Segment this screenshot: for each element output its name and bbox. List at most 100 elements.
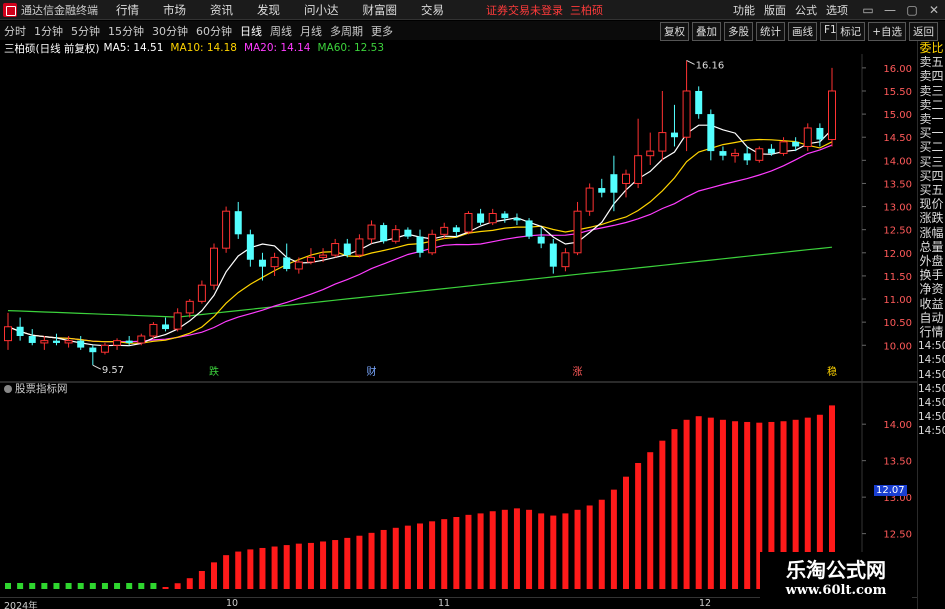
side-panel-item[interactable]: 14:50: [918, 424, 945, 438]
candle-body: [452, 227, 460, 232]
period-monthly[interactable]: 月线: [296, 23, 326, 39]
menu-item-quotes[interactable]: 行情: [116, 2, 139, 18]
menu-item-formula[interactable]: 公式: [795, 2, 817, 18]
candle-body: [210, 247, 218, 286]
side-panel-item[interactable]: 换手: [918, 268, 945, 282]
period-30min[interactable]: 30分钟: [148, 23, 192, 39]
stats-button[interactable]: 统计: [756, 22, 785, 41]
side-panel-item[interactable]: 卖四: [918, 69, 945, 83]
side-panel-item[interactable]: 行情: [918, 325, 945, 339]
period-1min[interactable]: 1分钟: [30, 23, 67, 39]
candle-body: [477, 213, 485, 223]
side-panel-item[interactable]: 买一: [918, 126, 945, 140]
indicator-bar: [101, 583, 108, 589]
side-panel-item[interactable]: 涨幅: [918, 226, 945, 240]
draw-button[interactable]: 画线: [788, 22, 817, 41]
overlay-button[interactable]: 叠加: [692, 22, 721, 41]
candle-body: [283, 257, 291, 269]
ma10-label: MA10: 14.18: [170, 42, 237, 54]
side-panel-item[interactable]: 14:50: [918, 353, 945, 367]
side-panel-item[interactable]: 外盘: [918, 254, 945, 268]
side-panel-item[interactable]: 买四: [918, 169, 945, 183]
candle-body: [246, 234, 254, 260]
side-panel-item[interactable]: 14:50: [918, 339, 945, 353]
indicator-bar: [659, 440, 666, 589]
indicator-name: 股票指标网: [15, 383, 68, 395]
indicator-bar: [41, 583, 48, 589]
maximize-icon[interactable]: ▢: [901, 3, 923, 17]
side-panel-item[interactable]: 14:50: [918, 396, 945, 410]
side-panel-item[interactable]: 总量: [918, 240, 945, 254]
menu-item-wealth[interactable]: 财富圈: [363, 2, 398, 18]
period-15min[interactable]: 15分钟: [104, 23, 148, 39]
side-panel-item[interactable]: 现价: [918, 197, 945, 211]
menu-item-layout[interactable]: 版面: [764, 2, 786, 18]
chart-area[interactable]: 16.00 15.50 15.00 14.50 14.00 13.50 13.00 12.50…: [0, 40, 917, 597]
watermark-title: 乐淘公式网: [786, 558, 886, 582]
high-annotation: 16.16: [696, 60, 725, 71]
period-60min[interactable]: 60分钟: [192, 23, 236, 39]
menu-item-trade[interactable]: 交易: [421, 2, 444, 18]
candle-body: [234, 211, 242, 235]
indicator-bar: [307, 542, 314, 589]
indicator-label[interactable]: 股票指标网: [4, 381, 68, 396]
low-annotation: 9.57: [102, 365, 124, 376]
y-tick-label: 16.00: [883, 64, 912, 75]
indicator-last-value: 12.07: [874, 485, 907, 496]
multi-stock-button[interactable]: 多股: [724, 22, 753, 41]
side-panel-item[interactable]: 买二: [918, 140, 945, 154]
menu-item-market[interactable]: 市场: [163, 2, 186, 18]
side-panel-item[interactable]: 14:50: [918, 368, 945, 382]
indicator-bar: [647, 452, 654, 589]
quote-side-panel: 委比 卖五 卖四 卖三 卖二 卖一 买一 买二 买三 买四 买五 现价 涨跌 涨幅 总量 外盘 换手 净资 收益 自动…: [917, 41, 945, 609]
side-panel-item[interactable]: 收益: [918, 297, 945, 311]
period-5min[interactable]: 5分钟: [67, 23, 104, 39]
indicator-settings-icon[interactable]: [4, 384, 12, 393]
y-tick-label: 14.00: [883, 420, 912, 431]
indicator-bar: [17, 583, 24, 589]
side-panel-item[interactable]: 14:50: [918, 410, 945, 424]
period-multi[interactable]: 多周期: [326, 23, 367, 39]
indicator-bar: [65, 583, 72, 589]
back-button[interactable]: 返回: [909, 22, 938, 41]
close-icon[interactable]: ✕: [923, 3, 945, 17]
menu-item-ask[interactable]: 问小达: [304, 2, 339, 18]
menu-item-news[interactable]: 资讯: [210, 2, 233, 18]
y-tick-label: 13.50: [883, 179, 912, 190]
y-tick-label: 15.50: [883, 87, 912, 98]
login-status[interactable]: 证券交易未登录 三柏硕: [486, 2, 603, 18]
candle-body: [598, 188, 606, 193]
indicator-bar: [707, 417, 714, 589]
period-weekly[interactable]: 周线: [266, 23, 296, 39]
side-panel-item[interactable]: 买五: [918, 183, 945, 197]
side-panel-item[interactable]: 自动: [918, 311, 945, 325]
side-panel-item[interactable]: 卖五: [918, 55, 945, 69]
indicator-bar: [744, 421, 751, 589]
side-panel-item[interactable]: 卖三: [918, 84, 945, 98]
high-annotation-line: [686, 60, 695, 65]
menu-item-discover[interactable]: 发现: [257, 2, 280, 18]
watermark-url: www.60lt.com: [785, 583, 887, 598]
side-panel-item[interactable]: 净资: [918, 282, 945, 296]
candle-body: [64, 340, 73, 344]
period-daily[interactable]: 日线: [236, 23, 266, 39]
period-timeshare[interactable]: 分时: [0, 23, 30, 39]
side-panel-item[interactable]: 委比: [918, 41, 945, 55]
menu-item-function[interactable]: 功能: [733, 2, 755, 18]
menu-item-options[interactable]: 选项: [826, 2, 848, 18]
side-panel-item[interactable]: 买三: [918, 155, 945, 169]
side-panel-item[interactable]: 卖一: [918, 112, 945, 126]
side-panel-item[interactable]: 涨跌: [918, 211, 945, 225]
candle-body: [428, 233, 437, 254]
candle-body: [40, 340, 49, 344]
restore-icon[interactable]: ▭: [857, 3, 879, 17]
side-panel-item[interactable]: 卖二: [918, 98, 945, 112]
indicator-bar: [53, 583, 60, 589]
minimize-icon[interactable]: —: [879, 3, 901, 17]
mark-button[interactable]: 标记: [836, 22, 866, 41]
side-panel-item[interactable]: 14:50: [918, 382, 945, 396]
add-favorite-button[interactable]: +自选: [868, 22, 906, 41]
period-more[interactable]: 更多: [367, 23, 397, 39]
indicator-bar: [344, 537, 351, 589]
adjust-button[interactable]: 复权: [660, 22, 689, 41]
